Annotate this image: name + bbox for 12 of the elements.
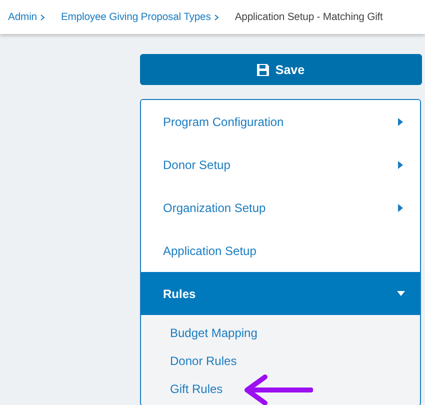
chevron-icon [40,14,45,20]
save-button[interactable]: Save [140,54,422,85]
breadcrumb-link[interactable]: Admin [8,12,37,22]
arrow-drawing [242,374,313,405]
submenu-item[interactable]: Donor Rules [170,354,237,368]
menu-item[interactable]: Rules [141,272,420,315]
chevron-icon [214,14,219,20]
submenu-item[interactable]: Gift Rules [170,382,223,396]
breadcrumb-current: Application Setup - Matching Gift [234,12,383,22]
save-icon [257,64,270,76]
breadcrumb-link[interactable]: Employee Giving Proposal Types [60,12,211,22]
submenu-item[interactable]: Budget Mapping [170,326,258,340]
